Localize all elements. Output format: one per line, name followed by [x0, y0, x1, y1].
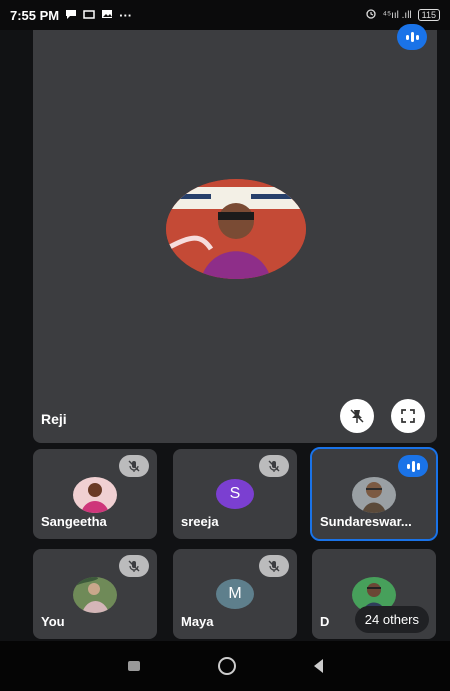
unpin-button[interactable]	[340, 399, 374, 433]
status-dots: ···	[119, 7, 133, 23]
participant-name: D	[320, 614, 330, 629]
status-bar: 7:55 PM ··· ⁴⁵ııl .ıll 115	[0, 0, 450, 30]
others-count-button[interactable]: 24 others	[354, 606, 429, 633]
participant-tile-sangeetha[interactable]: Sangeetha	[33, 449, 157, 539]
chat-icon	[65, 8, 77, 23]
main-participant-avatar	[166, 179, 306, 279]
participant-avatar: S	[216, 479, 254, 509]
main-participant-stage[interactable]: Reji	[33, 24, 437, 443]
participant-name: sreeja	[181, 514, 219, 529]
audio-bars-icon	[406, 460, 420, 472]
mic-off-icon	[119, 555, 149, 577]
home-button[interactable]	[217, 657, 236, 675]
participant-tile-d[interactable]: D 24 others	[312, 549, 436, 639]
fullscreen-icon	[401, 409, 415, 423]
participant-avatar: M	[216, 579, 254, 609]
participant-tile-maya[interactable]: M Maya	[173, 549, 297, 639]
gallery-icon	[101, 8, 113, 23]
alarm-icon	[365, 8, 377, 23]
participant-avatar	[352, 477, 396, 513]
mic-off-icon	[259, 455, 289, 477]
status-time: 7:55 PM	[10, 7, 60, 23]
main-participant-name: Reji	[41, 411, 67, 427]
participant-name: Sangeetha	[41, 514, 107, 529]
participant-name: Maya	[181, 614, 214, 629]
participant-avatar	[73, 477, 117, 513]
status-right: ⁴⁵ııl .ıll 115	[365, 8, 440, 23]
pin-off-icon	[350, 409, 364, 423]
participant-name: Sundareswar...	[320, 514, 412, 529]
battery-indicator: 115	[417, 9, 440, 21]
speaking-indicator	[397, 24, 427, 50]
participant-tile-sreeja[interactable]: S sreeja	[173, 449, 297, 539]
recent-apps-button[interactable]	[127, 661, 140, 671]
signal-text: ⁴⁵ııl .ıll	[382, 9, 412, 21]
speaking-indicator	[398, 455, 428, 477]
participant-name: You	[41, 614, 65, 629]
participant-tile-you[interactable]: You	[33, 549, 157, 639]
status-left: 7:55 PM ···	[10, 8, 132, 23]
mic-off-icon	[119, 455, 149, 477]
mic-off-icon	[259, 555, 289, 577]
fullscreen-button[interactable]	[391, 399, 425, 433]
audio-bars-icon	[405, 32, 419, 42]
back-button[interactable]	[313, 659, 323, 673]
participant-tile-sundareswar[interactable]: Sundareswar...	[310, 447, 438, 541]
participant-avatar	[73, 577, 117, 613]
cast-icon	[83, 8, 95, 23]
android-navigation-bar	[0, 641, 450, 691]
